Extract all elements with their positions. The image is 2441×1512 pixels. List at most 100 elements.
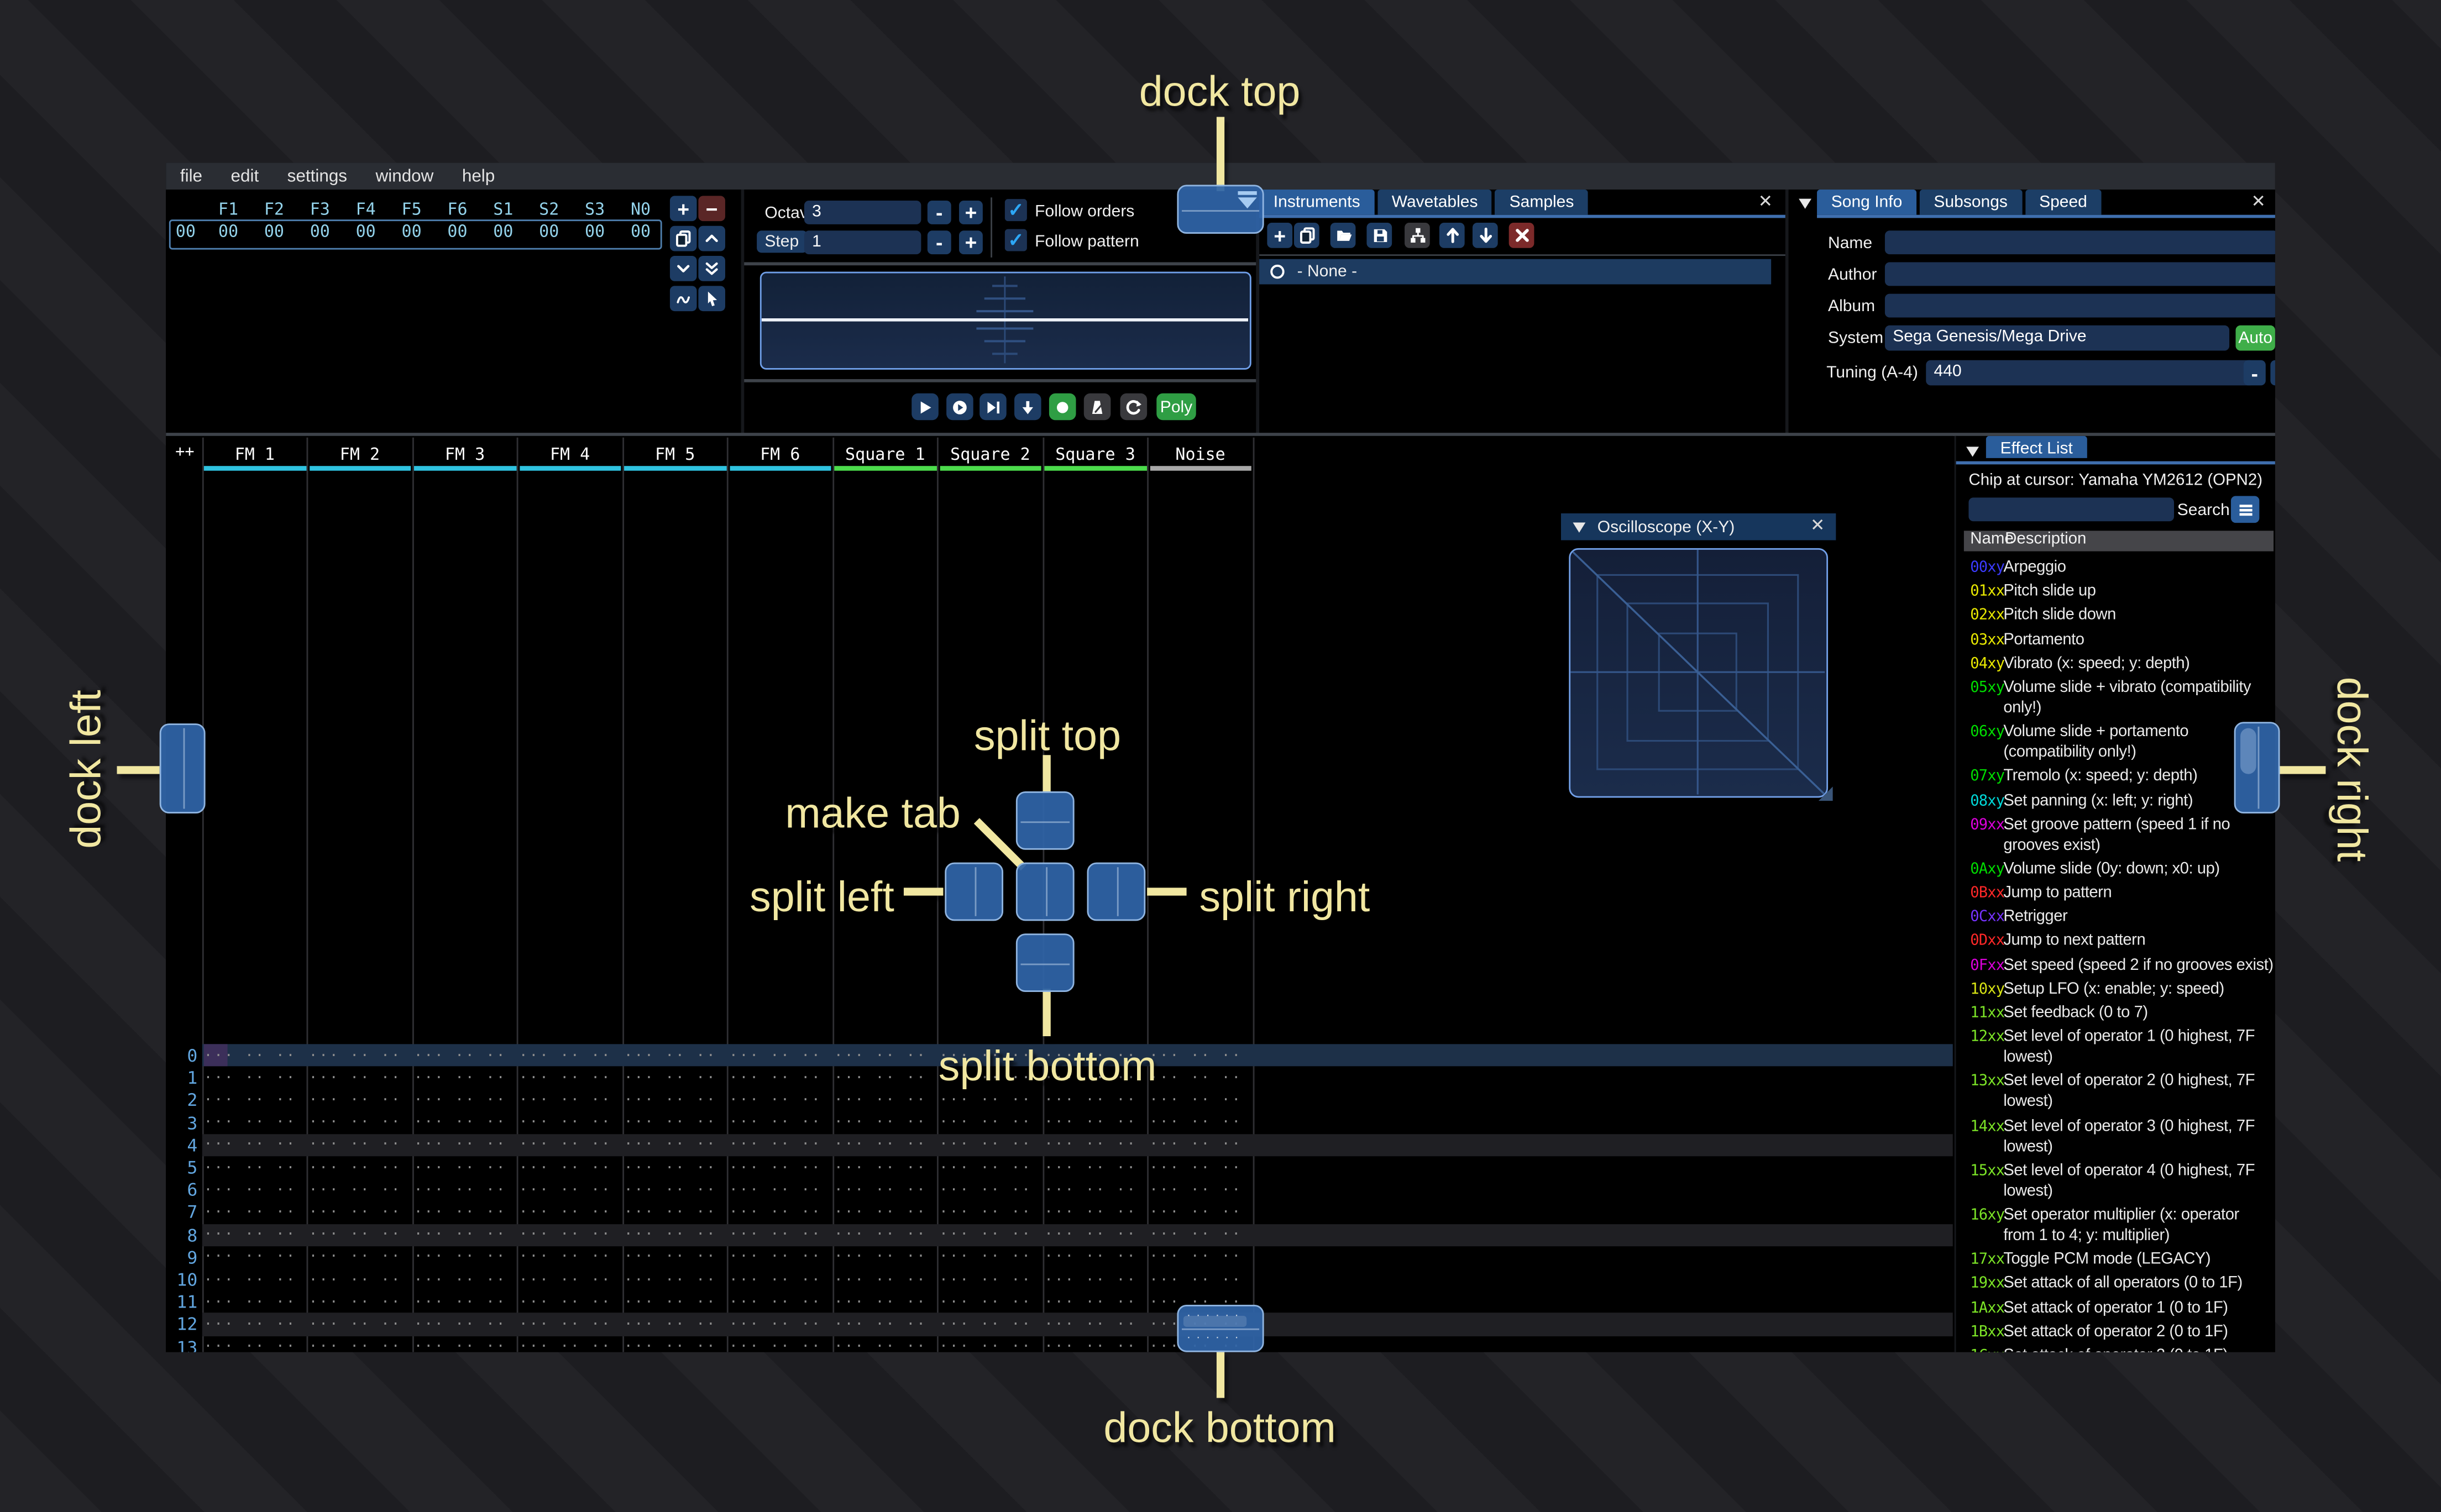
- collapse-icon[interactable]: [1572, 521, 1586, 533]
- pattern-cell[interactable]: ··· ·· ·· ····: [1044, 1115, 1145, 1131]
- pattern-cell[interactable]: ··· ·· ·· ····: [939, 1340, 1040, 1352]
- pattern-cell[interactable]: ··· ·· ·· ····: [519, 1115, 620, 1131]
- pattern-channel-header[interactable]: FM 4: [517, 445, 622, 464]
- pattern-column-separator[interactable]: [201, 437, 203, 1352]
- pattern-cell[interactable]: ··· ·· ·· ····: [414, 1093, 515, 1109]
- effect-row-09xx[interactable]: 09xx Set groove pattern (speed 1 if no gro…: [1970, 815, 2270, 855]
- pattern-cell[interactable]: ··· ·· ·· ····: [624, 1272, 725, 1288]
- pattern-column-separator[interactable]: [621, 437, 624, 1352]
- effect-list-menu-button[interactable]: [2230, 496, 2260, 523]
- pattern-cell[interactable]: ··· ·· ·· ····: [1044, 1250, 1145, 1266]
- pattern-cell[interactable]: ··· ·· ·· ····: [729, 1070, 830, 1086]
- pattern-cell[interactable]: ··· ·· ·· ····: [624, 1295, 725, 1311]
- pattern-cell[interactable]: ··· ·· ·· ····: [1044, 1272, 1145, 1288]
- pattern-cell[interactable]: ··· ·· ·· ····: [1044, 1295, 1145, 1311]
- instrument-delete-button[interactable]: [1508, 223, 1534, 248]
- octave-input[interactable]: 3: [804, 201, 921, 224]
- pattern-channel-header[interactable]: Square 1: [832, 445, 937, 464]
- effect-row-06xy[interactable]: 06xy Volume slide + portamento (compatibil…: [1970, 722, 2270, 763]
- menu-item-file[interactable]: file: [166, 167, 217, 186]
- pattern-cell[interactable]: ··· ·· ·· ····: [939, 1272, 1040, 1288]
- follow-pattern-checkbox[interactable]: ✓: [1004, 229, 1027, 251]
- transport-record-button[interactable]: [1049, 393, 1076, 421]
- pattern-cell[interactable]: ··· ·· ·· ····: [729, 1160, 830, 1176]
- poly-button[interactable]: Poly: [1156, 393, 1196, 421]
- pattern-cell[interactable]: ··· ·· ·· ····: [519, 1160, 620, 1176]
- order-deep-clone-button[interactable]: [669, 286, 697, 312]
- pattern-cell[interactable]: ··· ·· ·· ····: [624, 1138, 725, 1154]
- collapse-icon[interactable]: [1798, 197, 1813, 210]
- pattern-channel-header[interactable]: FM 2: [307, 445, 412, 464]
- orders-cell[interactable]: 00: [434, 223, 480, 242]
- auto-button[interactable]: Auto: [2235, 325, 2275, 351]
- transport-step-one-row-button[interactable]: [1014, 393, 1041, 421]
- orders-cell[interactable]: 00: [389, 223, 434, 242]
- pattern-cell[interactable]: ··· ·· ·· ····: [309, 1227, 410, 1243]
- pattern-cell[interactable]: ··· ·· ·· ····: [204, 1340, 305, 1352]
- song-album-input[interactable]: [1884, 293, 2275, 318]
- dock-target-split-bottom[interactable]: [1015, 933, 1075, 993]
- effect-row-12xx[interactable]: 12xx Set level of operator 1 (0 highest, …: [1970, 1027, 2270, 1068]
- pattern-cell[interactable]: ··· ·· ·· ····: [939, 1317, 1040, 1334]
- close-icon[interactable]: ✕: [1810, 517, 1825, 536]
- pattern-cell[interactable]: ··· ·· ·· ····: [729, 1205, 830, 1221]
- pattern-cell[interactable]: ··· ·· ·· ····: [834, 1340, 935, 1352]
- pattern-cell[interactable]: ··· ·· ·· ····: [1149, 1183, 1250, 1199]
- pattern-cell[interactable]: ··· ·· ·· ····: [204, 1295, 305, 1311]
- pattern-cell[interactable]: ··· ·· ·· ····: [414, 1048, 515, 1064]
- orders-cell[interactable]: 00: [343, 223, 389, 242]
- song-system-input[interactable]: Sega Genesis/Mega Drive: [1884, 325, 2230, 351]
- pattern-cell[interactable]: ··· ·· ·· ····: [834, 1317, 935, 1334]
- pattern-cell[interactable]: ··· ·· ·· ····: [624, 1115, 725, 1131]
- pattern-cell[interactable]: ··· ·· ·· ····: [1149, 1160, 1250, 1176]
- pattern-cell[interactable]: ··· ·· ·· ····: [309, 1340, 410, 1352]
- pattern-cell[interactable]: ··· ·· ·· ····: [309, 1070, 410, 1086]
- pattern-cell[interactable]: ··· ·· ·· ····: [1044, 1160, 1145, 1176]
- order-move-up-button[interactable]: [698, 225, 725, 251]
- pattern-channel-header[interactable]: FM 1: [202, 445, 307, 464]
- pattern-cell[interactable]: ··· ·· ·· ····: [834, 1272, 935, 1288]
- pattern-cell[interactable]: ··· ·· ·· ····: [624, 1340, 725, 1352]
- pattern-cell[interactable]: ··· ·· ·· ····: [309, 1138, 410, 1154]
- song-author-input[interactable]: [1884, 262, 2275, 286]
- order-select-button[interactable]: [698, 286, 725, 312]
- oscilloscope-xy-titlebar[interactable]: Oscilloscope (X-Y) ✕: [1561, 513, 1836, 540]
- instrument-move-down-button[interactable]: [1472, 223, 1498, 248]
- effect-row-0Bxx[interactable]: 0Bxx Jump to pattern: [1970, 883, 2270, 904]
- pattern-cell[interactable]: ··· ·· ·· ····: [729, 1250, 830, 1266]
- pattern-cell[interactable]: ··· ·· ·· ····: [624, 1093, 725, 1109]
- dock-target-left[interactable]: [159, 723, 206, 814]
- pattern-cell[interactable]: ··· ·· ·· ····: [414, 1272, 515, 1288]
- pattern-cell[interactable]: ··· ·· ·· ····: [729, 1295, 830, 1311]
- pattern-cell[interactable]: ··· ·· ·· ····: [624, 1205, 725, 1221]
- effect-row-10xy[interactable]: 10xy Setup LFO (x: enable; y: speed): [1970, 979, 2270, 1000]
- instrument-add-button[interactable]: +: [1267, 223, 1293, 248]
- pattern-cell[interactable]: ··· ·· ·· ····: [834, 1093, 935, 1109]
- effect-row-15xx[interactable]: 15xx Set level of operator 4 (0 highest, …: [1970, 1161, 2270, 1201]
- effect-row-03xx[interactable]: 03xx Portamento: [1970, 629, 2270, 650]
- pattern-cell[interactable]: ··· ·· ·· ····: [624, 1048, 725, 1064]
- pattern-cell[interactable]: ··· ·· ·· ····: [939, 1183, 1040, 1199]
- pattern-channel-header[interactable]: Square 3: [1043, 445, 1148, 464]
- collapse-icon[interactable]: [1966, 445, 1980, 458]
- pattern-cell[interactable]: ··· ·· ·· ····: [624, 1160, 725, 1176]
- pattern-cell[interactable]: ··· ·· ·· ····: [1044, 1340, 1145, 1352]
- pattern-cell[interactable]: ··· ·· ·· ····: [309, 1160, 410, 1176]
- pattern-cell[interactable]: ··· ·· ·· ····: [204, 1317, 305, 1334]
- transport-metronome-button[interactable]: [1083, 393, 1111, 421]
- pattern-cell[interactable]: ··· ·· ·· ····: [309, 1093, 410, 1109]
- pattern-cell[interactable]: ··· ·· ·· ····: [309, 1295, 410, 1311]
- order-remove-button[interactable]: −: [698, 196, 725, 222]
- orders-cell[interactable]: 00: [206, 223, 252, 242]
- pattern-cell[interactable]: ··· ·· ·· ····: [1044, 1205, 1145, 1221]
- pattern-cell[interactable]: ··· ·· ·· ····: [1149, 1272, 1250, 1288]
- orders-cell[interactable]: 00: [618, 223, 664, 242]
- step-plus-button[interactable]: +: [958, 230, 983, 255]
- pattern-cell[interactable]: ··· ·· ·· ····: [1149, 1250, 1250, 1266]
- pattern-cell[interactable]: ··· ·· ·· ····: [414, 1183, 515, 1199]
- instrument-list-item[interactable]: - None -: [1259, 259, 1772, 285]
- resize-grip-icon[interactable]: [1818, 786, 1833, 801]
- close-icon[interactable]: ✕: [1758, 193, 1773, 212]
- effect-row-01xx[interactable]: 01xx Pitch slide up: [1970, 581, 2270, 602]
- effect-row-0Axy[interactable]: 0Axy Volume slide (0y: down; x0: up): [1970, 859, 2270, 880]
